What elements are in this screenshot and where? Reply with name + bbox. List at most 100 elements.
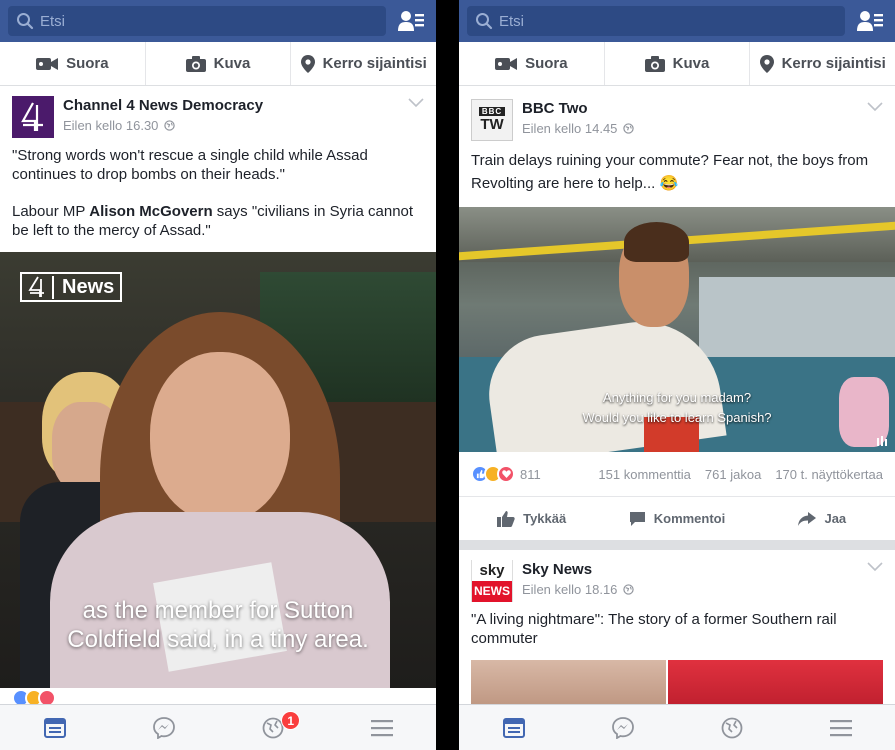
location-pin-icon <box>300 54 315 73</box>
location-pin-icon <box>759 54 774 73</box>
search-placeholder: Etsi <box>40 12 66 30</box>
post-time[interactable]: Eilen kello 16.30 <box>63 118 158 133</box>
video-subtitle-line-1: Anything for you madam? <box>602 390 752 405</box>
right-phone-screen: Etsi Suora Kuva Kerro sijaintisi BBC TW … <box>459 0 895 750</box>
video-player[interactable]: Anything for you madam? Would you like t… <box>459 207 895 452</box>
train-window <box>699 277 895 367</box>
check-in-label: Kerro sijaintisi <box>781 55 886 72</box>
globe-icon <box>623 123 635 134</box>
notification-badge: 1 <box>281 711 301 730</box>
post-bbc-two: BBC TW BBC Two Eilen kello 14.45 Train d… <box>459 86 895 540</box>
comment-label: Kommentoi <box>653 511 726 526</box>
friend-requests-icon[interactable] <box>394 6 428 36</box>
nav-notifications[interactable]: 1 <box>218 705 327 750</box>
video-camera-icon <box>36 57 59 70</box>
view-count: 170 t. näyttökertaa <box>775 466 883 482</box>
bottom-navigation <box>459 704 895 750</box>
c4-news-logo: News <box>20 272 123 302</box>
check-in-button[interactable]: Kerro sijaintisi <box>750 42 895 85</box>
video-logo-text: News <box>52 275 114 299</box>
globe-notifications-icon <box>262 717 283 738</box>
sky-avatar-top: sky <box>472 560 512 581</box>
video-caption: as the member for Sutton Coldfield said,… <box>67 597 369 653</box>
four-logo-icon <box>28 276 44 297</box>
search-icon <box>476 13 493 30</box>
live-button[interactable]: Suora <box>459 42 605 85</box>
waiter-hair <box>624 222 689 262</box>
page-name[interactable]: Channel 4 News Democracy <box>63 97 263 114</box>
nav-news-feed[interactable] <box>0 705 109 750</box>
top-bar: Etsi <box>459 0 895 42</box>
left-phone-screen: Etsi Suora Kuva Kerro sijaintisi Channel… <box>0 0 436 750</box>
bottom-navigation: 1 <box>0 704 436 750</box>
nav-menu[interactable] <box>327 705 436 750</box>
camera-icon <box>185 55 206 72</box>
nav-menu[interactable] <box>786 705 895 750</box>
page-name[interactable]: BBC Two <box>522 100 634 117</box>
chevron-down-icon[interactable] <box>867 562 883 572</box>
share-count[interactable]: 761 jakoa <box>705 467 761 482</box>
volume-bars-icon[interactable] <box>877 436 889 446</box>
share-button[interactable]: Jaa <box>750 497 895 540</box>
hamburger-menu-icon <box>370 719 393 736</box>
photo-button[interactable]: Kuva <box>146 42 292 85</box>
post-text: Train delays ruining your commute? Fear … <box>471 152 869 192</box>
photo-label: Kuva <box>672 55 710 72</box>
mp-name: Alison McGovern <box>89 203 213 220</box>
like-button[interactable]: Tykkää <box>459 497 604 540</box>
video-player[interactable]: News as the member for Sutton Coldfield … <box>0 252 436 688</box>
post-stats: 811 151 kommenttia 761 jakoa 170 t. näyt… <box>459 452 895 496</box>
post-actions: Tykkää Kommentoi Jaa <box>459 496 895 540</box>
like-label: Tykkää <box>523 511 567 526</box>
nav-notifications[interactable] <box>677 705 786 750</box>
speaker-face <box>150 352 290 522</box>
reaction-count[interactable]: 811 <box>520 467 541 482</box>
live-button[interactable]: Suora <box>0 42 146 85</box>
post-channel4: Channel 4 News Democracy Eilen kello 16.… <box>0 86 436 708</box>
reactions-summary[interactable] <box>471 465 515 483</box>
globe-icon <box>623 584 635 595</box>
channel4-logo-icon <box>21 102 43 131</box>
search-input[interactable]: Etsi <box>8 6 386 36</box>
comment-count[interactable]: 151 kommenttia <box>598 467 691 482</box>
share-arrow-icon <box>798 511 817 526</box>
video-camera-icon <box>495 57 518 70</box>
sky-avatar-bottom: NEWS <box>472 581 512 602</box>
bbc-two-avatar[interactable]: BBC TW <box>471 99 513 141</box>
comment-button[interactable]: Kommentoi <box>604 497 749 540</box>
check-in-label: Kerro sijaintisi <box>322 55 427 72</box>
post-line: Labour MP Alison McGovern says "civilian… <box>12 202 424 240</box>
post-time[interactable]: Eilen kello 18.16 <box>522 582 617 597</box>
friend-requests-icon[interactable] <box>853 6 887 36</box>
channel4-avatar[interactable] <box>12 96 54 138</box>
post-header: sky NEWS Sky News Eilen kello 18.16 <box>459 550 895 608</box>
share-label: Jaa <box>824 511 847 526</box>
bbc-avatar-bottom: TW <box>480 116 504 133</box>
photo-label: Kuva <box>213 55 251 72</box>
bbc-avatar-top: BBC <box>478 107 506 116</box>
live-label: Suora <box>66 55 109 72</box>
post-text: "Strong words won't rescue a single chil… <box>0 144 436 252</box>
news-feed-icon <box>43 717 66 738</box>
search-placeholder: Etsi <box>499 12 525 30</box>
sky-news-avatar[interactable]: sky NEWS <box>471 560 513 602</box>
search-icon <box>17 13 34 30</box>
nav-messenger[interactable] <box>568 705 677 750</box>
photo-button[interactable]: Kuva <box>605 42 751 85</box>
camera-icon <box>644 55 665 72</box>
live-label: Suora <box>525 55 568 72</box>
nav-messenger[interactable] <box>109 705 218 750</box>
top-bar: Etsi <box>0 0 436 42</box>
love-reaction-icon <box>497 465 515 483</box>
nav-news-feed[interactable] <box>459 705 568 750</box>
page-name[interactable]: Sky News <box>522 561 634 578</box>
post-time[interactable]: Eilen kello 14.45 <box>522 121 617 136</box>
post-header: Channel 4 News Democracy Eilen kello 16.… <box>0 86 436 144</box>
chevron-down-icon[interactable] <box>408 98 424 108</box>
check-in-button[interactable]: Kerro sijaintisi <box>291 42 436 85</box>
globe-icon <box>164 120 176 131</box>
search-input[interactable]: Etsi <box>467 6 845 36</box>
hamburger-menu-icon <box>829 719 852 736</box>
messenger-icon <box>611 716 634 739</box>
chevron-down-icon[interactable] <box>867 102 883 112</box>
